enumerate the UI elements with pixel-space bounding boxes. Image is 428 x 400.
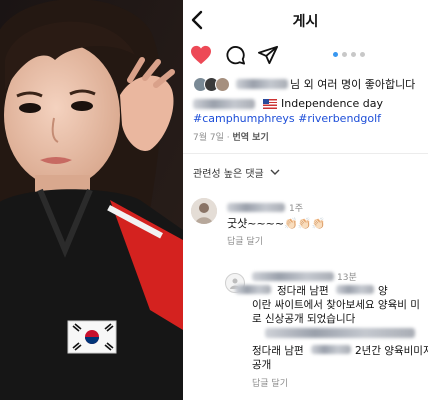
comment: 1주 굿샷~~~~👏🏻👏🏻👏🏻 답글 달기: [191, 198, 426, 248]
blurred-text: [310, 345, 351, 354]
comment-text: 굿샷~~~~👏🏻👏🏻👏🏻: [227, 217, 326, 230]
post-panel: 게시 님 외 여러 명이 좋아합니다 Independence day #cam…: [183, 0, 428, 400]
post-hashtags[interactable]: #camphumphreys #riverbendgolf: [193, 112, 381, 125]
like-button[interactable]: [189, 43, 213, 67]
blurred-block: [265, 328, 425, 342]
comment-icon: [226, 46, 245, 65]
user-photo: [191, 198, 217, 224]
blurred-text: [265, 328, 415, 338]
caption-text: Independence day: [281, 97, 383, 110]
blurred-username: [252, 272, 334, 281]
blurred-username: [193, 98, 255, 109]
divider: [183, 153, 428, 154]
blurred-text: [335, 285, 374, 294]
blurred-username: [236, 79, 288, 89]
carousel-dot-active: [333, 52, 338, 57]
share-icon: [258, 45, 278, 65]
comment-line: 이란 싸이트에서 찾아보세요 양육비 미: [252, 299, 420, 311]
page-title: 게시: [292, 14, 319, 30]
post-meta: 7월 7일 · 번역 보기: [193, 133, 269, 143]
share-button[interactable]: [256, 43, 280, 67]
heart-icon: [191, 45, 211, 65]
liker-avatars: [193, 76, 230, 92]
comment-line: 정다래 남편 양: [235, 284, 388, 298]
comment-filter-label: 관련성 높은 댓글: [193, 169, 264, 180]
post-date: 7월 7일: [193, 133, 224, 143]
likes-summary[interactable]: 님 외 여러 명이 좋아합니다: [193, 75, 415, 93]
us-flag-icon: [263, 98, 277, 109]
likes-text: 님 외 여러 명이 좋아합니다: [290, 78, 416, 91]
reply-button[interactable]: 답글 달기: [252, 376, 288, 389]
blurred-username: [227, 203, 285, 212]
comment-line: 정다래 남편 2년간 양육비미지급: [252, 345, 428, 357]
blurred-text: [235, 285, 271, 294]
comment-line: 공개: [252, 359, 272, 371]
avatar: [215, 76, 230, 92]
translate-link[interactable]: 번역 보기: [232, 133, 268, 143]
post-caption: Independence day: [193, 97, 383, 110]
reply-button[interactable]: 답글 달기: [227, 234, 263, 247]
comment-time: 13분: [337, 273, 357, 283]
post-photo: [0, 0, 183, 400]
comment: 13분 정다래 남편 양 이란 싸이트에서 찾아보세요 양육비 미 로 신상공개…: [225, 268, 428, 398]
carousel-dot: [351, 52, 356, 57]
comment-line: 로 신상공개 되었습니다: [252, 313, 356, 325]
comment-time: 1주: [289, 204, 304, 214]
comment-header: 13분: [252, 270, 357, 283]
post-actions: [183, 43, 428, 69]
top-bar: 게시: [183, 0, 428, 40]
photo-illustration: [0, 0, 183, 400]
carousel-indicator: [333, 52, 365, 57]
carousel-dot: [342, 52, 347, 57]
comment-filter[interactable]: 관련성 높은 댓글: [193, 165, 280, 180]
avatar[interactable]: [191, 198, 217, 224]
carousel-dot: [360, 52, 365, 57]
chevron-down-icon: [270, 169, 280, 175]
comment-button[interactable]: [223, 43, 247, 67]
comment-header: 1주: [227, 201, 303, 214]
